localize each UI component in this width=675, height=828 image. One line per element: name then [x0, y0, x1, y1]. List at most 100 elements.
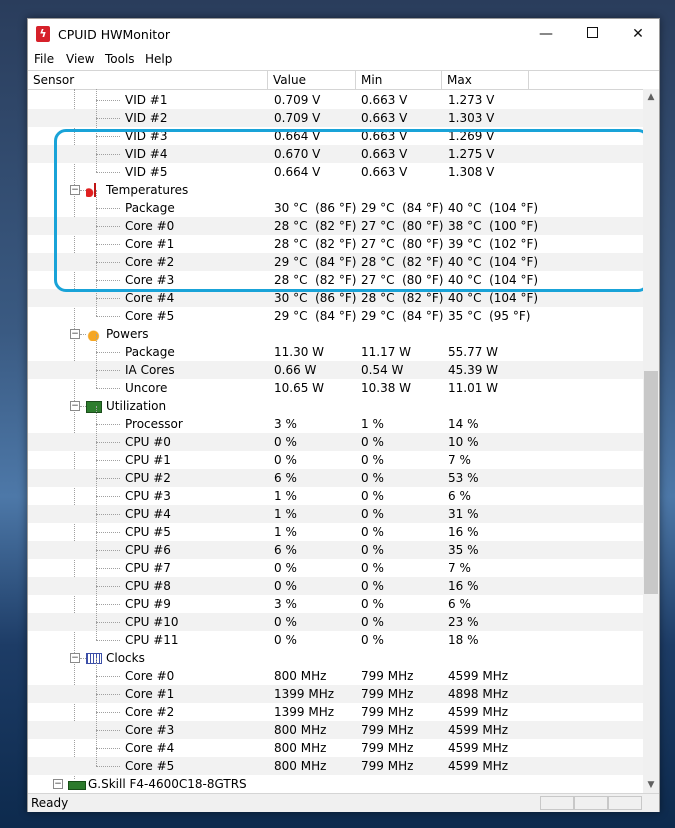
sensor-row[interactable]: VID #1 0.709 V 0.663 V 1.273 V — [28, 91, 643, 109]
sensor-row[interactable]: Package 30 °C (86 °F) 29 °C (84 °F) 40 °C (… — [28, 199, 643, 217]
close-button[interactable]: ✕ — [615, 19, 661, 50]
sensor-row[interactable]: IA Cores 0.66 W 0.54 W 45.39 W — [28, 361, 643, 379]
tree-line — [96, 406, 97, 640]
sensor-value: 6 % — [274, 543, 297, 557]
sensor-row[interactable]: CPU #3 1 % 0 % 6 % — [28, 487, 643, 505]
sensor-value: 0 % — [274, 435, 297, 449]
sensor-value: 28 °C (82 °F) — [274, 273, 357, 287]
sensor-row[interactable]: CPU #4 1 % 0 % 31 % — [28, 505, 643, 523]
sensor-min: 0 % — [361, 615, 384, 629]
sensor-group[interactable]: − Powers — [28, 325, 643, 343]
sensor-min: 0 % — [361, 489, 384, 503]
memory-module-icon — [68, 781, 86, 790]
sensor-row[interactable]: Core #5 29 °C (84 °F) 29 °C (84 °F) 35 °C (… — [28, 307, 643, 325]
sensor-value: 30 °C (86 °F) — [274, 201, 357, 215]
sensor-min: 0.663 V — [361, 147, 408, 161]
collapse-icon[interactable]: − — [70, 329, 80, 339]
sensor-name: Core #4 — [125, 741, 175, 755]
sensor-max: 1.273 V — [448, 93, 495, 107]
status-panel — [608, 796, 642, 810]
sensor-row[interactable]: VID #3 0.664 V 0.663 V 1.269 V — [28, 127, 643, 145]
sensor-min: 799 MHz — [361, 705, 414, 719]
sensor-name: VID #1 — [125, 93, 168, 107]
menu-view[interactable]: View — [66, 52, 94, 66]
status-panel — [540, 796, 574, 810]
sensor-row[interactable]: CPU #1 0 % 0 % 7 % — [28, 451, 643, 469]
sensor-row[interactable]: CPU #11 0 % 0 % 18 % — [28, 631, 643, 649]
tree-connector — [96, 496, 120, 497]
sensor-row[interactable]: VID #4 0.670 V 0.663 V 1.275 V — [28, 145, 643, 163]
scrollbar-thumb[interactable] — [644, 371, 658, 594]
vertical-scrollbar[interactable]: ▲ ▼ — [643, 89, 659, 793]
sensor-max: 7 % — [448, 453, 471, 467]
menu-help[interactable]: Help — [145, 52, 172, 66]
sensor-max: 16 % — [448, 579, 479, 593]
sensor-row[interactable]: Core #1 1399 MHz 799 MHz 4898 MHz — [28, 685, 643, 703]
sensor-min: 28 °C (82 °F) — [361, 255, 444, 269]
sensor-value: 29 °C (84 °F) — [274, 255, 357, 269]
sensor-tree[interactable]: VID #1 0.709 V 0.663 V 1.273 V VID #2 0.709 V… — [28, 89, 643, 793]
sensor-group[interactable]: − Clocks — [28, 649, 643, 667]
tree-connector — [96, 766, 120, 767]
tree-connector — [96, 316, 120, 317]
sensor-row[interactable]: Core #3 28 °C (82 °F) 27 °C (80 °F) 40 °C (… — [28, 271, 643, 289]
collapse-icon[interactable]: − — [70, 185, 80, 195]
sensor-row[interactable]: CPU #5 1 % 0 % 16 % — [28, 523, 643, 541]
sensor-row[interactable]: CPU #9 3 % 0 % 6 % — [28, 595, 643, 613]
sensor-min: 799 MHz — [361, 759, 414, 773]
sensor-max: 4599 MHz — [448, 723, 509, 737]
sensor-min: 29 °C (84 °F) — [361, 309, 444, 323]
tree-connector — [96, 244, 120, 245]
sensor-value: 28 °C (82 °F) — [274, 219, 357, 233]
sensor-group[interactable]: − Temperatures — [28, 181, 643, 199]
sensor-group[interactable]: − Utilization — [28, 397, 643, 415]
sensor-min: 0.663 V — [361, 111, 408, 125]
collapse-icon[interactable]: − — [70, 653, 80, 663]
menu-tools[interactable]: Tools — [105, 52, 135, 66]
sensor-row[interactable]: Core #0 800 MHz 799 MHz 4599 MHz — [28, 667, 643, 685]
collapse-icon[interactable]: − — [53, 779, 63, 789]
scroll-down-icon[interactable]: ▼ — [643, 777, 659, 793]
device-node[interactable]: − G.Skill F4-4600C18-8GTRS — [28, 775, 643, 793]
sensor-row[interactable]: Core #2 29 °C (84 °F) 28 °C (82 °F) 40 °C (… — [28, 253, 643, 271]
sensor-value: 29 °C (84 °F) — [274, 309, 357, 323]
sensor-row[interactable]: CPU #8 0 % 0 % 16 % — [28, 577, 643, 595]
sensor-row[interactable]: Package 11.30 W 11.17 W 55.77 W — [28, 343, 643, 361]
maximize-button[interactable] — [569, 19, 615, 50]
minimize-button[interactable]: — — [523, 19, 569, 50]
menu-bar: File View Tools Help — [28, 50, 659, 70]
menu-file[interactable]: File — [34, 52, 54, 66]
sensor-row[interactable]: Uncore 10.65 W 10.38 W 11.01 W — [28, 379, 643, 397]
sensor-row[interactable]: VID #2 0.709 V 0.663 V 1.303 V — [28, 109, 643, 127]
sensor-row[interactable]: CPU #7 0 % 0 % 7 % — [28, 559, 643, 577]
sensor-value: 28 °C (82 °F) — [274, 237, 357, 251]
sensor-row[interactable]: Core #0 28 °C (82 °F) 27 °C (80 °F) 38 °C (… — [28, 217, 643, 235]
title-bar[interactable]: ϟ CPUID HWMonitor — ✕ — [28, 19, 659, 50]
column-min[interactable]: Min — [356, 71, 442, 89]
sensor-max: 40 °C (104 °F) — [448, 255, 539, 269]
sensor-max: 4599 MHz — [448, 759, 509, 773]
column-value[interactable]: Value — [268, 71, 356, 89]
sensor-row[interactable]: Core #4 30 °C (86 °F) 28 °C (82 °F) 40 °C (… — [28, 289, 643, 307]
collapse-icon[interactable]: − — [70, 401, 80, 411]
sensor-row[interactable]: Processor 3 % 1 % 14 % — [28, 415, 643, 433]
column-max[interactable]: Max — [442, 71, 529, 89]
sensor-name: Core #3 — [125, 723, 175, 737]
sensor-value: 0 % — [274, 579, 297, 593]
sensor-row[interactable]: Core #3 800 MHz 799 MHz 4599 MHz — [28, 721, 643, 739]
sensor-row[interactable]: CPU #2 6 % 0 % 53 % — [28, 469, 643, 487]
sensor-max: 14 % — [448, 417, 479, 431]
sensor-row[interactable]: VID #5 0.664 V 0.663 V 1.308 V — [28, 163, 643, 181]
sensor-row[interactable]: Core #2 1399 MHz 799 MHz 4599 MHz — [28, 703, 643, 721]
sensor-row[interactable]: Core #4 800 MHz 799 MHz 4599 MHz — [28, 739, 643, 757]
sensor-row[interactable]: Core #5 800 MHz 799 MHz 4599 MHz — [28, 757, 643, 775]
scroll-up-icon[interactable]: ▲ — [643, 89, 659, 105]
sensor-row[interactable]: CPU #0 0 % 0 % 10 % — [28, 433, 643, 451]
sensor-max: 6 % — [448, 489, 471, 503]
sensor-row[interactable]: CPU #10 0 % 0 % 23 % — [28, 613, 643, 631]
column-sensor[interactable]: Sensor — [28, 71, 268, 89]
sensor-name: Package — [125, 201, 175, 215]
sensor-value: 1399 MHz — [274, 687, 335, 701]
sensor-row[interactable]: Core #1 28 °C (82 °F) 27 °C (80 °F) 39 °C (… — [28, 235, 643, 253]
sensor-row[interactable]: CPU #6 6 % 0 % 35 % — [28, 541, 643, 559]
